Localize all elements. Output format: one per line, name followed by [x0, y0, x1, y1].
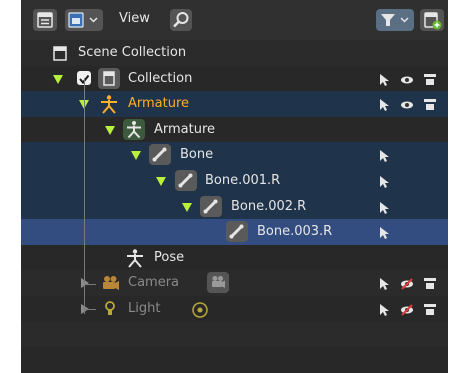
bone-icon [175, 170, 197, 191]
selectable-toggle-icon[interactable] [377, 302, 391, 316]
light-data-icon [189, 298, 211, 320]
hidden-eye-icon[interactable] [400, 302, 414, 316]
filter-icon [381, 14, 409, 26]
hierarchy-line [84, 284, 96, 285]
armature-data-icon [123, 118, 145, 140]
selectable-toggle-icon[interactable] [377, 174, 391, 188]
hierarchy-line [84, 309, 96, 310]
view-layer-icon [68, 12, 98, 28]
expand-toggle-armature-data[interactable] [105, 125, 115, 135]
armature-object-label: Armature [128, 96, 190, 112]
light-label: Light [128, 301, 161, 316]
hidden-eye-icon[interactable] [400, 276, 414, 291]
selectable-toggle-icon[interactable] [377, 97, 391, 112]
expand-toggle-bone-001[interactable] [156, 177, 166, 186]
light-object-icon [99, 298, 121, 320]
bone-003-label: Bone.003.R [257, 224, 333, 240]
bone-icon [149, 144, 171, 166]
empty-row [21, 347, 448, 373]
render-camera-icon[interactable] [423, 97, 437, 111]
expand-toggle-bone[interactable] [131, 151, 141, 161]
visibility-eye-icon[interactable] [400, 72, 414, 86]
bone-icon [200, 195, 222, 217]
bone-001-label: Bone.001.R [205, 173, 281, 188]
scene-collection-icon [49, 42, 71, 64]
render-camera-icon[interactable] [423, 72, 437, 86]
camera-object-icon [99, 272, 121, 294]
armature-data-label: Armature [154, 121, 216, 137]
selectable-toggle-icon[interactable] [377, 225, 391, 240]
new-collection-button[interactable] [420, 9, 444, 31]
selectable-toggle-icon[interactable] [377, 276, 391, 291]
filter-button[interactable] [376, 9, 414, 31]
search-button[interactable] [170, 9, 192, 31]
collection-icon [98, 67, 120, 89]
render-camera-icon[interactable] [423, 276, 437, 290]
selectable-toggle-icon[interactable] [377, 72, 391, 86]
outliner-header: View [21, 0, 448, 40]
camera-label: Camera [128, 275, 180, 291]
visibility-eye-icon[interactable] [400, 97, 414, 111]
new-collection-icon [424, 12, 442, 30]
view-menu[interactable]: View [119, 11, 150, 26]
tree-row-scene-collection[interactable]: Scene Collection [21, 40, 448, 66]
outliner-editor-icon [37, 12, 53, 28]
scene-collection-label: Scene Collection [78, 45, 187, 60]
selectable-toggle-icon[interactable] [377, 148, 391, 163]
selectable-toggle-icon[interactable] [377, 200, 391, 214]
empty-row [21, 321, 448, 348]
tree-row-armature-data[interactable]: Armature [21, 116, 448, 143]
expand-toggle-bone-002[interactable] [182, 202, 192, 212]
bone-002-label: Bone.002.R [231, 198, 307, 214]
tree-row-pose[interactable]: Pose [21, 244, 448, 271]
expand-toggle-collection[interactable] [53, 74, 63, 84]
search-icon [173, 12, 189, 28]
armature-object-icon [98, 93, 120, 115]
display-mode-button[interactable] [65, 9, 103, 31]
bone-label: Bone [180, 147, 214, 163]
hierarchy-line [84, 78, 85, 314]
camera-data-icon [207, 272, 229, 294]
bone-icon [226, 221, 248, 243]
collection-label: Collection [128, 70, 193, 86]
outliner-panel: View Scene Collection Collection Armatur… [21, 0, 448, 373]
editor-type-button[interactable] [33, 9, 57, 31]
pose-label: Pose [154, 249, 185, 265]
pose-icon [124, 247, 146, 269]
render-camera-icon[interactable] [423, 302, 437, 316]
